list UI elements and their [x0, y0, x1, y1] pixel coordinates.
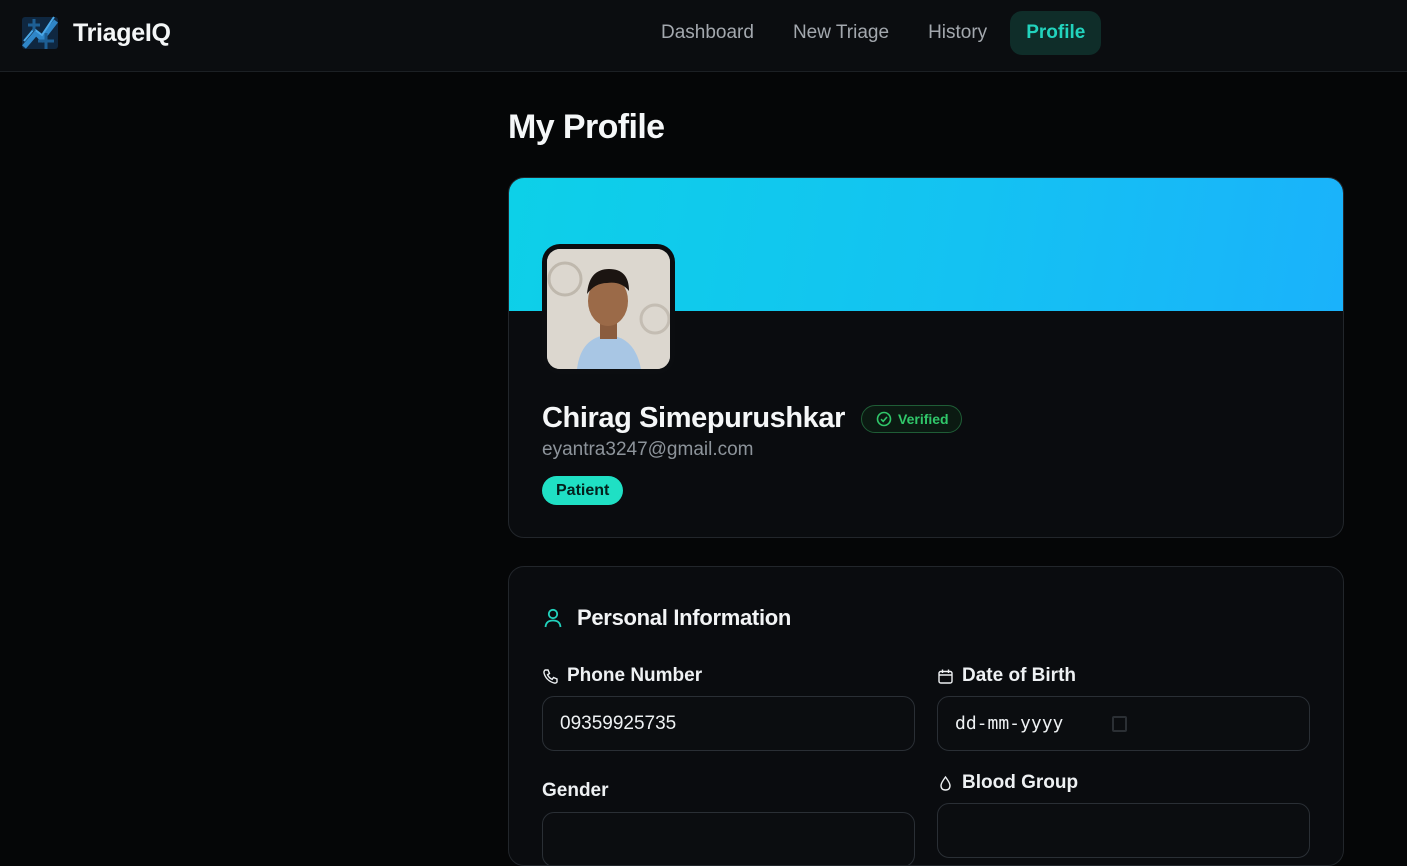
droplet-icon	[940, 775, 951, 791]
section-header: Personal Information	[542, 605, 791, 631]
avatar-portrait-icon	[547, 249, 670, 369]
nav-profile[interactable]: Profile	[1010, 11, 1102, 55]
top-navbar: TriageIQ Dashboard New Triage History Pr…	[0, 0, 1407, 72]
profile-card: Chirag Simepurushkar Verified eyantra324…	[508, 177, 1344, 538]
calendar-icon	[938, 669, 953, 684]
gender-label: Gender	[542, 780, 609, 802]
user-name-row: Chirag Simepurushkar Verified	[542, 402, 962, 435]
main-nav: Dashboard New Triage History Profile	[645, 11, 1108, 55]
brand-name: TriageIQ	[73, 18, 171, 47]
brand[interactable]: TriageIQ	[20, 13, 171, 53]
phone-value: 09359925735	[560, 712, 677, 734]
dob-value: dd-mm-yyyy	[955, 713, 1064, 734]
date-picker-icon[interactable]	[1112, 716, 1127, 732]
dob-label-text: Date of Birth	[962, 665, 1076, 686]
gender-label-text: Gender	[542, 780, 609, 801]
nav-new-triage[interactable]: New Triage	[777, 11, 905, 55]
check-circle-icon	[876, 411, 892, 426]
nav-history[interactable]: History	[912, 11, 1003, 55]
gender-select[interactable]	[542, 812, 915, 865]
avatar-photo	[547, 249, 670, 369]
phone-label: Phone Number	[542, 665, 702, 687]
dob-input[interactable]: dd-mm-yyyy	[937, 696, 1310, 751]
verified-badge: Verified	[861, 404, 962, 433]
phone-label-text: Phone Number	[567, 665, 703, 686]
user-name: Chirag Simepurushkar	[542, 402, 846, 434]
user-email: eyantra3247@gmail.com	[542, 439, 754, 460]
role-badge: Patient	[542, 476, 624, 505]
dob-label: Date of Birth	[937, 665, 1076, 687]
nav-dashboard[interactable]: Dashboard	[645, 11, 770, 55]
blood-group-label-text: Blood Group	[962, 772, 1079, 793]
section-title: Personal Information	[577, 605, 792, 630]
user-icon	[544, 608, 562, 628]
verified-label: Verified	[898, 410, 949, 427]
avatar[interactable]	[542, 244, 675, 374]
personal-info-card: Personal Information Phone Number 093599…	[508, 566, 1344, 866]
phone-input[interactable]: 09359925735	[542, 696, 915, 751]
triageiq-logo-icon	[22, 16, 58, 49]
blood-group-label: Blood Group	[937, 772, 1078, 794]
phone-icon	[543, 668, 558, 684]
page-title: My Profile	[508, 108, 665, 146]
blood-group-select[interactable]	[937, 803, 1310, 858]
